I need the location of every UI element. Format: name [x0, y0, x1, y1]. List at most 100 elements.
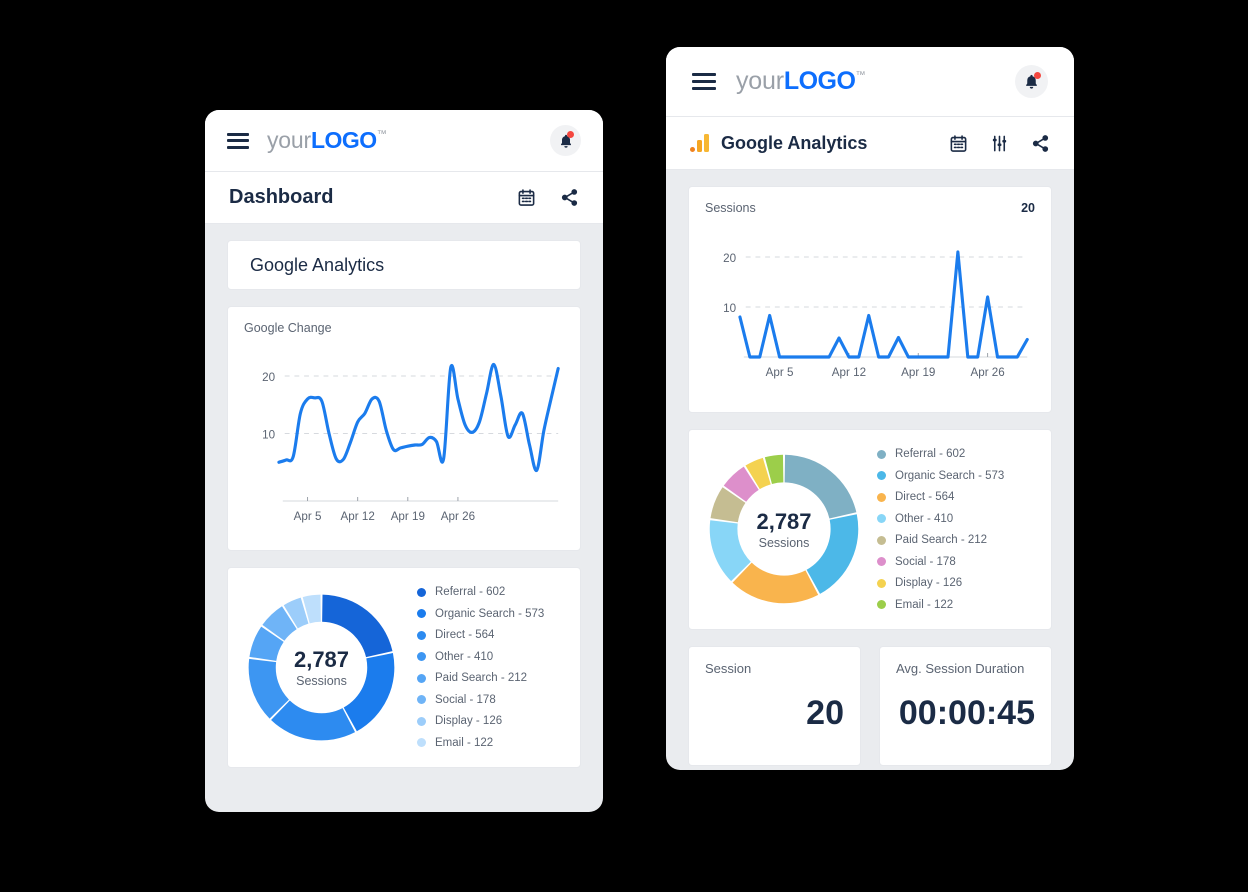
legend-color-swatch: [877, 535, 886, 545]
sliders-filter-icon[interactable]: [990, 134, 1009, 153]
legend-color-swatch: [877, 600, 886, 609]
left-sub-bar: Dashboard: [205, 172, 603, 224]
svg-text:20: 20: [723, 251, 736, 265]
mobile-device-panel: your LOGO ™ Dashboard Google Analytics G…: [205, 110, 603, 812]
legend-label: Paid Search - 212: [895, 534, 988, 546]
left-content: Google Analytics Google Change 10 20 Apr 5…: [205, 224, 603, 784]
legend-item[interactable]: Paid Search - 212: [877, 534, 1004, 546]
legend-item[interactable]: Other - 410: [877, 513, 1004, 525]
calendar-icon[interactable]: [517, 188, 536, 207]
right-toolbar: [949, 134, 1050, 153]
calendar-icon[interactable]: [949, 134, 968, 153]
legend-color-swatch: [417, 673, 426, 683]
sessions-line-chart[interactable]: 10 20 Apr 5 Apr 12 Apr 19 Apr 26: [705, 219, 1035, 397]
legend-color-swatch: [877, 492, 886, 502]
left-top-bar: your LOGO ™: [205, 110, 603, 172]
legend-color-swatch: [417, 630, 426, 640]
logo-your-text: your: [736, 67, 784, 95]
logo-trademark: ™: [376, 129, 387, 140]
legend-label: Referral - 602: [435, 586, 506, 598]
legend-color-swatch: [417, 609, 426, 618]
sessions-line-chart-card: Sessions 20 10 20 Apr 5 Apr 12 Apr 19 Apr 26: [688, 186, 1052, 413]
legend-label: Other - 410: [435, 650, 494, 663]
right-sub-bar: Google Analytics: [666, 117, 1074, 170]
legend-color-swatch: [417, 716, 426, 726]
hamburger-menu-icon[interactable]: [692, 73, 716, 90]
google-change-line-chart[interactable]: 10 20 Apr 5 Apr 12 Apr 19 Apr 26: [244, 339, 564, 535]
legend-color-swatch: [877, 578, 886, 588]
legend-color-swatch: [417, 652, 426, 661]
svg-text:Apr 19: Apr 19: [901, 365, 936, 379]
svg-text:Apr 26: Apr 26: [441, 509, 476, 523]
legend-color-swatch: [417, 587, 426, 597]
legend-label: Display - 126: [895, 577, 963, 589]
logo-your-text: your: [267, 127, 311, 153]
notification-bell-icon[interactable]: [1015, 65, 1048, 98]
google-analytics-icon: [690, 134, 709, 152]
legend-label: Paid Search - 212: [435, 672, 528, 684]
legend-item[interactable]: Display - 126: [877, 577, 1004, 589]
stat-card: Avg. Session Duration 00:00:45: [879, 645, 1052, 766]
page-title: Google Analytics: [721, 132, 868, 153]
legend-item[interactable]: Other - 410: [417, 651, 544, 663]
svg-text:Apr 12: Apr 12: [832, 365, 866, 379]
stat-card-value: 20: [806, 693, 844, 732]
section-title-card: Google Analytics: [227, 240, 581, 290]
stat-cards-row: Session 20 Avg. Session Duration 00:00:4…: [688, 645, 1052, 766]
legend-color-swatch: [417, 738, 426, 747]
legend-item[interactable]: Email - 122: [877, 599, 1004, 611]
logo-brand-text: LOGO: [783, 67, 856, 95]
hamburger-menu-icon[interactable]: [227, 132, 249, 149]
legend-item[interactable]: Referral - 602: [877, 448, 1004, 460]
legend-label: Email - 122: [435, 736, 494, 749]
share-icon[interactable]: [560, 188, 579, 207]
legend-color-swatch: [877, 449, 886, 459]
notification-badge-dot: [567, 131, 574, 138]
tablet-device-panel: your LOGO ™ Google Analytics Sessions 20…: [666, 47, 1074, 770]
left-toolbar: [517, 188, 579, 207]
share-icon[interactable]: [1031, 134, 1050, 153]
legend-item[interactable]: Social - 178: [877, 556, 1004, 568]
legend-item[interactable]: Organic Search - 573: [877, 470, 1004, 482]
legend-item[interactable]: Direct - 564: [877, 491, 1004, 503]
sessions-donut[interactable]: 2,787 Sessions: [705, 450, 863, 608]
legend-label: Email - 122: [895, 598, 954, 611]
donut-chart-card: 2,787 Sessions Referral - 602 Organic Sea…: [688, 429, 1052, 630]
legend-label: Organic Search - 573: [435, 607, 545, 620]
page-title: Dashboard: [229, 186, 334, 208]
legend-item[interactable]: Display - 126: [417, 715, 544, 727]
donut-legend: Referral - 602 Organic Search - 573 Direct…: [417, 586, 544, 749]
donut-svg: [248, 594, 395, 741]
app-logo[interactable]: your LOGO ™: [736, 67, 865, 96]
right-top-bar: your LOGO ™: [666, 47, 1074, 117]
line-chart-card: Google Change 10 20 Apr 5 Apr 12 Apr 19 Apr 2…: [227, 306, 581, 551]
notification-bell-icon[interactable]: [550, 125, 581, 156]
app-logo[interactable]: your LOGO ™: [267, 127, 387, 154]
legend-item[interactable]: Email - 122: [417, 737, 544, 749]
legend-label: Direct - 564: [435, 629, 495, 641]
legend-item[interactable]: Paid Search - 212: [417, 672, 544, 684]
stat-card-label: Session: [705, 660, 752, 676]
donut-legend: Referral - 602 Organic Search - 573 Direct…: [877, 448, 1004, 611]
sessions-chart-label: Sessions: [705, 201, 756, 215]
donut-chart-card: 2,787 Sessions Referral - 602 Organic Sea…: [227, 567, 581, 768]
logo-brand-text: LOGO: [310, 127, 377, 153]
legend-label: Social - 178: [895, 555, 956, 568]
legend-item[interactable]: Organic Search - 573: [417, 608, 544, 620]
legend-label: Social - 178: [435, 693, 496, 706]
legend-label: Direct - 564: [895, 491, 955, 503]
legend-label: Referral - 602: [895, 448, 966, 460]
screenshot-stage: your LOGO ™ Dashboard Google Analytics G…: [0, 0, 1248, 892]
legend-item[interactable]: Social - 178: [417, 694, 544, 706]
stat-card-value: 00:00:45: [898, 693, 1035, 732]
legend-item[interactable]: Referral - 602: [417, 586, 544, 598]
svg-text:10: 10: [723, 301, 736, 315]
legend-item[interactable]: Direct - 564: [417, 629, 544, 641]
svg-text:Apr 5: Apr 5: [294, 509, 322, 523]
legend-color-swatch: [877, 514, 886, 523]
svg-text:Apr 12: Apr 12: [341, 509, 375, 523]
logo-trademark: ™: [855, 70, 866, 81]
sessions-donut[interactable]: 2,787 Sessions: [244, 590, 399, 745]
svg-text:10: 10: [262, 427, 275, 441]
sessions-chart-value: 20: [1021, 201, 1035, 215]
